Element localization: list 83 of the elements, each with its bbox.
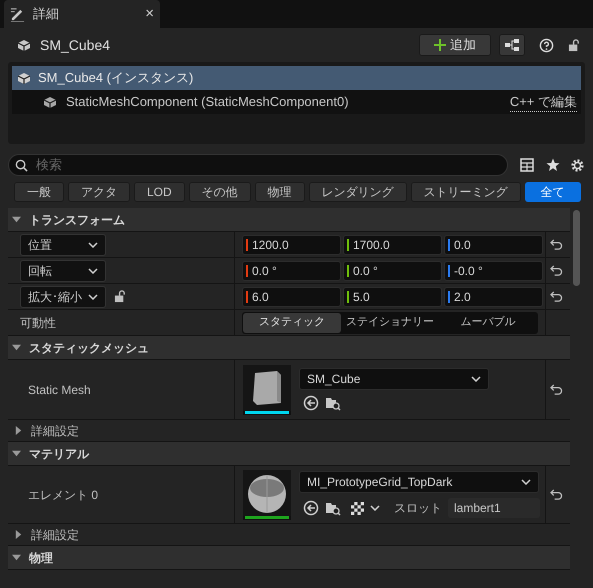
tab-title: 詳細 xyxy=(33,5,60,24)
actor-name: SM_Cube4 xyxy=(40,36,112,55)
section-header[interactable]: 物理 xyxy=(8,546,570,570)
star-icon[interactable] xyxy=(546,158,560,172)
plus-icon xyxy=(434,39,446,51)
number-field[interactable]: -0.0 ° xyxy=(444,260,543,280)
expanded-arrow-icon[interactable] xyxy=(12,449,21,458)
filter-tab[interactable]: 一般 xyxy=(14,182,64,202)
cube-icon xyxy=(16,70,32,86)
use-selected-icon[interactable] xyxy=(303,500,319,516)
property-dropdown[interactable]: 拡大･縮小 xyxy=(20,286,106,308)
number-field[interactable]: 0.0 xyxy=(444,234,543,254)
collapsed-arrow-icon[interactable] xyxy=(14,530,23,539)
expanded-arrow-icon[interactable] xyxy=(12,553,21,562)
panel-tab[interactable]: 詳細 × xyxy=(4,0,160,28)
chevron-down-icon xyxy=(88,294,98,300)
cube-icon xyxy=(42,94,58,110)
property-label: エレメント 0 xyxy=(27,486,98,504)
add-button[interactable]: 追加 xyxy=(419,34,491,56)
number-field[interactable]: 0.0 ° xyxy=(343,260,442,280)
hierarchy-button[interactable] xyxy=(499,34,525,56)
chevron-down-icon xyxy=(88,268,98,274)
mobility-option[interactable]: ムーバブル xyxy=(439,312,537,332)
filter-tab[interactable]: その他 xyxy=(188,182,251,202)
asset-dropdown[interactable]: MI_PrototypeGrid_TopDark xyxy=(299,471,539,493)
filter-tab[interactable]: 全て xyxy=(524,182,581,202)
use-selected-icon[interactable] xyxy=(303,395,319,411)
chevron-down-icon xyxy=(370,505,380,511)
filter-tab[interactable]: 物理 xyxy=(254,182,305,202)
unlocked-icon[interactable] xyxy=(114,290,127,303)
close-button[interactable]: × xyxy=(145,2,154,26)
checker-icon[interactable] xyxy=(351,502,364,514)
number-field[interactable]: 2.0 xyxy=(444,286,543,306)
table-icon[interactable] xyxy=(520,158,534,172)
number-field[interactable]: 0.0 ° xyxy=(242,260,341,280)
chevron-down-icon xyxy=(88,242,98,248)
expanded-arrow-icon[interactable] xyxy=(12,343,21,352)
chevron-down-icon xyxy=(471,376,481,382)
mobility-option[interactable]: ステイショナリー xyxy=(341,312,439,332)
collapsed-arrow-icon[interactable] xyxy=(14,426,23,435)
slot-label: スロット xyxy=(394,500,442,517)
group-label[interactable]: 詳細設定 xyxy=(31,526,79,544)
chevron-down-icon xyxy=(521,479,531,485)
hierarchy-icon xyxy=(505,39,519,51)
settings-icon[interactable] xyxy=(570,158,585,172)
filter-tab[interactable]: LOD xyxy=(134,182,185,202)
number-field[interactable]: 6.0 xyxy=(242,286,341,306)
tree-item[interactable]: SM_Cube4 (インスタンス) xyxy=(12,66,581,90)
asset-dropdown[interactable]: SM_Cube xyxy=(299,368,489,390)
group-label[interactable]: 詳細設定 xyxy=(31,422,79,440)
slot-field[interactable]: lambert1 xyxy=(448,498,540,518)
section-header[interactable]: マテリアル xyxy=(8,442,570,466)
mobility-option[interactable]: スタティック xyxy=(243,312,341,332)
filter-tab[interactable]: ストリーミング xyxy=(410,182,521,202)
property-dropdown[interactable]: 回転 xyxy=(20,260,106,282)
reset-icon[interactable] xyxy=(550,489,563,500)
scrollbar-thumb[interactable] xyxy=(572,210,580,286)
expanded-arrow-icon[interactable] xyxy=(12,215,21,224)
reset-icon[interactable] xyxy=(550,239,563,250)
pencil-icon xyxy=(10,6,25,22)
tree-item[interactable]: StaticMeshComponent (StaticMeshComponent0) C++ で編集 xyxy=(12,90,581,114)
unlocked-icon[interactable] xyxy=(568,38,581,52)
number-field[interactable]: 1700.0 xyxy=(343,234,442,254)
filter-tab[interactable]: レンダリング xyxy=(308,182,407,202)
search-input[interactable]: 検索 xyxy=(36,155,501,175)
filter-tab[interactable]: アクタ xyxy=(68,182,130,202)
browse-folder-icon[interactable] xyxy=(325,395,341,411)
property-label: 可動性 xyxy=(20,314,56,332)
number-field[interactable]: 5.0 xyxy=(343,286,442,306)
reset-icon[interactable] xyxy=(550,384,563,395)
number-field[interactable]: 1200.0 xyxy=(242,234,341,254)
browse-folder-icon[interactable] xyxy=(325,500,341,516)
section-header[interactable]: スタティックメッシュ xyxy=(8,336,570,360)
section-header[interactable]: トランスフォーム xyxy=(8,208,570,232)
help-icon[interactable] xyxy=(539,38,554,52)
edit-cpp-link[interactable]: C++ で編集 xyxy=(510,92,577,112)
cube-icon xyxy=(16,37,32,53)
property-dropdown[interactable]: 位置 xyxy=(20,234,106,256)
property-label: Static Mesh xyxy=(27,382,91,398)
reset-icon[interactable] xyxy=(550,265,563,276)
search-field[interactable]: 検索 xyxy=(8,154,508,176)
reset-icon[interactable] xyxy=(550,291,563,302)
search-icon xyxy=(15,158,28,172)
